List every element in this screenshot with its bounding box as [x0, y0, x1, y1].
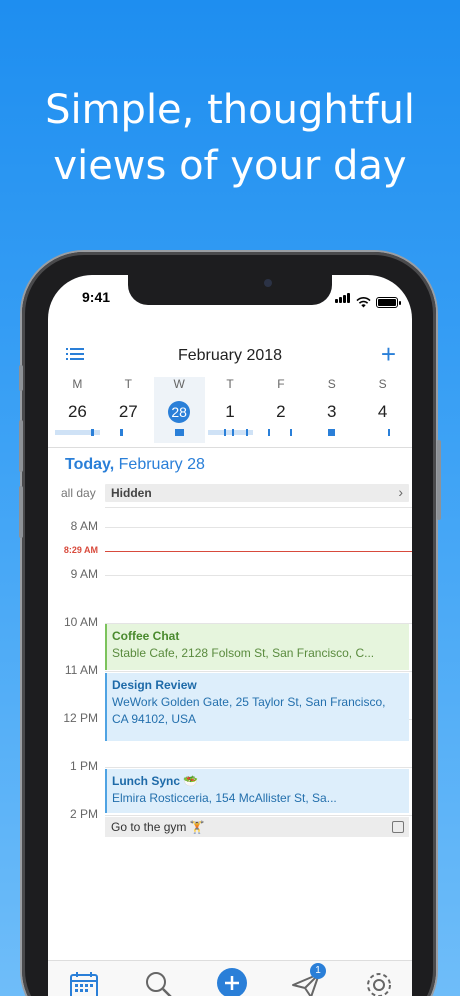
today-date: February 28: [118, 456, 205, 473]
event-title: Coffee Chat: [112, 629, 180, 643]
task-item[interactable]: Go to the gym 🏋: [105, 817, 409, 837]
day-number: 27: [118, 402, 138, 421]
phone-mute-switch: [19, 365, 23, 391]
event-density-bar: [388, 429, 391, 436]
day-of-week: F: [277, 377, 285, 391]
battery-icon: [376, 297, 401, 308]
week-strip: M 26 T 27 W 28 T 1 F 2 S 3 S 4: [52, 377, 408, 443]
send-icon[interactable]: 1: [290, 963, 326, 996]
day-cell[interactable]: S 3: [306, 377, 357, 443]
hour-label: 1 PM: [69, 759, 98, 773]
current-time-line: [105, 551, 412, 552]
event-card[interactable]: Lunch Sync 🥗 Elmira Rosticceria, 154 McA…: [105, 769, 409, 813]
event-density-bar: [268, 429, 293, 436]
day-cell[interactable]: F 2: [255, 377, 306, 443]
phone-screen: 9:41 February 2018 + M 26 T 27 W 28 T 1 …: [48, 275, 412, 996]
day-of-week: T: [226, 377, 234, 391]
signal-icon: [335, 290, 351, 308]
day-of-week: T: [124, 377, 132, 391]
day-number: 26: [67, 402, 87, 421]
event-density-bar: [207, 429, 253, 436]
hour-label: 10 AM: [63, 615, 98, 629]
day-cell[interactable]: T 1: [205, 377, 256, 443]
day-of-week: M: [72, 377, 83, 391]
plus-icon[interactable]: +: [381, 341, 396, 367]
day-of-week: S: [327, 377, 336, 391]
task-checkbox[interactable]: [392, 821, 404, 833]
status-time: 9:41: [82, 289, 111, 305]
promo-line-2: views of your day: [53, 143, 407, 189]
hour-label: 9 AM: [70, 567, 98, 581]
calendar-icon[interactable]: [68, 969, 100, 996]
hour-line: [105, 767, 412, 768]
today-prefix: Today,: [65, 456, 115, 473]
notification-badge: 1: [310, 963, 326, 979]
promo-headline: Simple, thoughtful views of your day: [0, 82, 460, 194]
all-day-row: all day Hidden ›: [48, 484, 412, 502]
event-density-bar: [328, 429, 336, 436]
day-number: 28: [154, 400, 205, 424]
phone-volume-up: [19, 420, 23, 472]
day-number: 1: [225, 402, 235, 421]
day-number: 4: [377, 402, 388, 421]
day-cell[interactable]: S 4: [357, 377, 408, 443]
month-title[interactable]: February 2018: [48, 347, 412, 365]
search-icon[interactable]: [143, 969, 175, 996]
event-density-bar: [55, 429, 100, 436]
day-number: 3: [326, 402, 337, 421]
wifi-icon: [356, 297, 371, 308]
day-cell[interactable]: M 26: [52, 377, 103, 443]
hour-label: 12 PM: [63, 711, 98, 725]
day-timeline: 8 AM 8:29 AM 9 AM 10 AM 11 AM 12 PM 1 PM…: [48, 507, 412, 967]
event-card[interactable]: Design Review WeWork Golden Gate, 25 Tay…: [105, 673, 409, 741]
day-of-week: W: [173, 377, 185, 391]
hour-line: [105, 575, 412, 576]
task-title: Go to the gym 🏋: [111, 820, 205, 834]
day-cell-selected[interactable]: W 28: [153, 377, 205, 443]
hour-line: [105, 507, 412, 508]
gear-icon[interactable]: [363, 969, 395, 996]
add-circle-icon[interactable]: [216, 967, 248, 996]
today-header: Today, February 28: [65, 456, 205, 474]
event-title: Lunch Sync 🥗: [112, 774, 199, 788]
day-of-week: S: [378, 377, 387, 391]
hour-label: 8 AM: [70, 519, 98, 533]
all-day-value: Hidden: [111, 486, 152, 500]
current-time-label: 8:29 AM: [63, 545, 98, 555]
hour-label: 11 AM: [64, 663, 98, 677]
event-location: Elmira Rosticceria, 154 McAllister St, S…: [112, 791, 337, 805]
promo-line-1: Simple, thoughtful: [45, 87, 415, 133]
hour-line: [105, 671, 412, 672]
chevron-right-icon: ›: [398, 484, 403, 500]
day-number: 2: [276, 402, 286, 421]
event-density-bar: [119, 429, 123, 436]
hour-line: [105, 815, 412, 816]
phone-volume-down: [19, 486, 23, 538]
all-day-toggle[interactable]: Hidden ›: [105, 484, 409, 502]
event-density-bar: [174, 429, 184, 436]
tab-bar: 1: [48, 960, 412, 996]
event-title: Design Review: [112, 678, 197, 692]
hour-label: 2 PM: [69, 807, 98, 821]
notch: [128, 275, 332, 305]
event-card[interactable]: Coffee Chat Stable Cafe, 2128 Folsom St,…: [105, 624, 409, 670]
status-icons: [335, 290, 401, 308]
event-location: Stable Cafe, 2128 Folsom St, San Francis…: [112, 646, 375, 660]
day-cell[interactable]: T 27: [103, 377, 154, 443]
divider: [48, 447, 412, 448]
hour-line: [105, 527, 412, 528]
event-location: WeWork Golden Gate, 25 Taylor St, San Fr…: [112, 695, 386, 726]
camera-icon: [264, 279, 272, 287]
phone-power-button: [437, 440, 441, 520]
all-day-label: all day: [61, 486, 96, 500]
